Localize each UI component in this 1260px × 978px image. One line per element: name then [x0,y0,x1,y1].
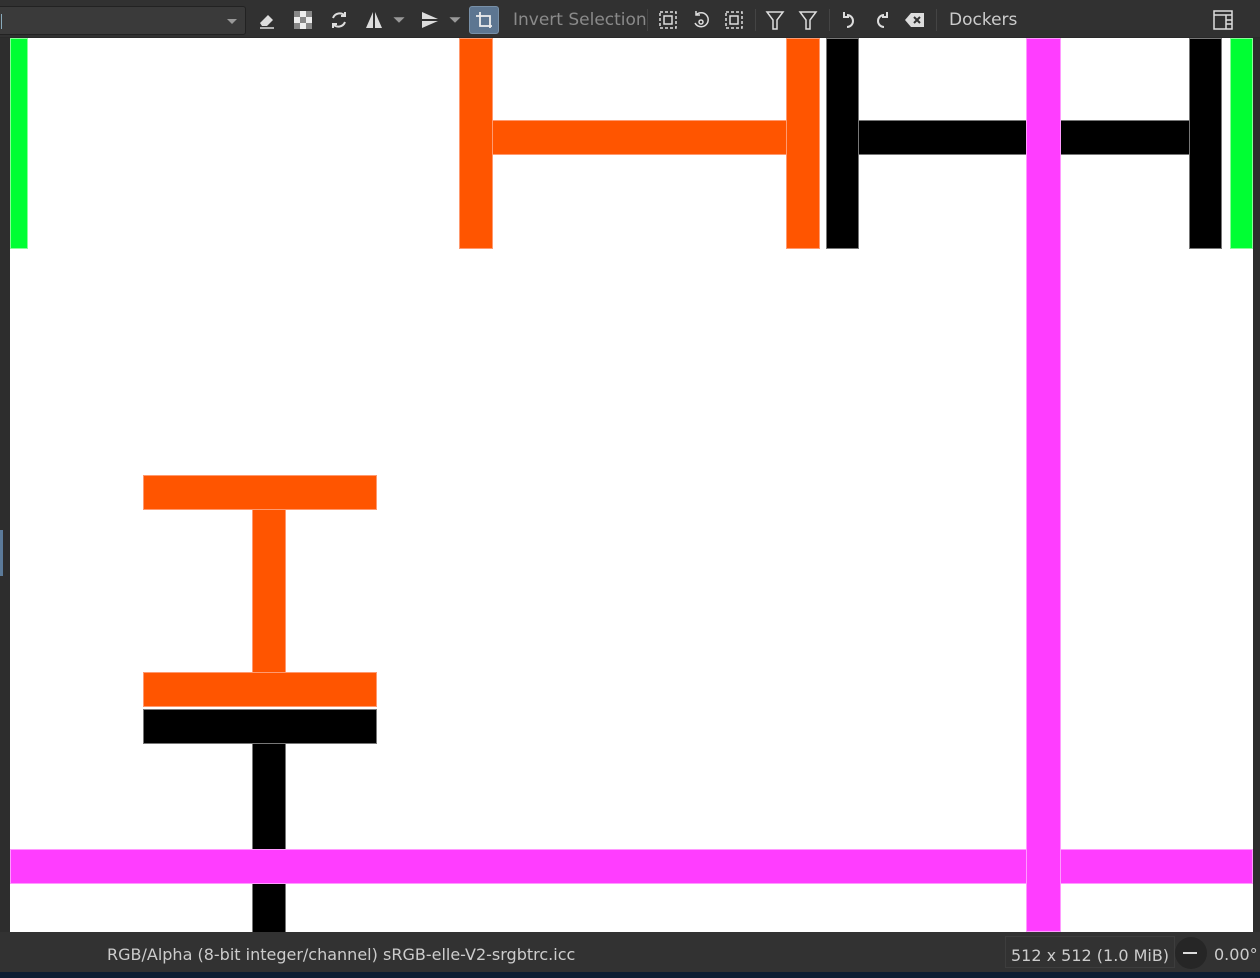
text-cursor [1,14,2,29]
brush-preset-combo[interactable] [0,6,246,35]
separator [829,9,830,31]
separator [936,9,937,31]
dock-tab[interactable] [0,530,3,576]
deselect-icon[interactable] [722,6,746,34]
orange-h-right [786,38,820,249]
wrap-around-icon[interactable] [469,6,499,34]
magenta-vertical-line [1026,38,1061,932]
taskbar [0,972,1260,978]
color-profile: sRGB-elle-V2-srgbtrc.icc [383,945,576,964]
toolbar: Invert Selection Dockers [0,0,1260,38]
chevron-down-icon [227,19,237,24]
canvas[interactable] [10,38,1253,932]
right-dock-strip [1253,38,1260,932]
alpha-lock-icon[interactable] [290,6,316,34]
orange-i-bottom [143,672,377,707]
orange-h-crossbar [459,120,820,155]
black-h-left [826,38,859,249]
separator [647,9,648,31]
reselect-icon[interactable] [689,6,713,34]
separator [755,9,756,31]
invert-selection-button[interactable]: Invert Selection [513,10,647,30]
color-model: RGB/Alpha (8-bit integer/channel) [107,945,378,964]
eraser-icon[interactable] [254,6,280,34]
black-h-right [1189,38,1222,249]
orange-h-left [459,38,493,249]
left-dock-strip [0,38,10,932]
magenta-horizontal-line [10,849,1253,884]
redo-icon[interactable] [869,6,893,34]
clear-icon[interactable] [902,6,928,34]
undo-icon[interactable] [838,6,862,34]
green-bar-right [1230,38,1253,249]
rotation-dial-icon[interactable] [1175,937,1207,969]
filter-reapply-icon[interactable] [796,6,820,34]
mirror-horizontal-icon[interactable] [360,6,388,34]
orange-i-top [143,475,377,510]
orange-i-stem [252,508,286,674]
black-t-stem [252,740,286,932]
workspace-icon[interactable] [1210,6,1236,34]
select-all-icon[interactable] [656,6,680,34]
chevron-down-icon[interactable] [448,6,462,34]
status-bar: RGB/Alpha (8-bit integer/channel) sRGB-e… [0,932,1260,972]
mirror-vertical-icon[interactable] [416,6,444,34]
green-bar-left [10,38,28,249]
filter-icon[interactable] [763,6,787,34]
black-t-bar [143,709,377,744]
black-h-crossbar [826,120,1222,155]
reload-preset-icon[interactable] [326,6,352,34]
chevron-down-icon[interactable] [392,6,406,34]
dockers-menu[interactable]: Dockers [949,10,1017,30]
rotation-value: 0.00° [1214,945,1258,964]
image-size[interactable]: 512 x 512 (1.0 MiB) [1005,936,1176,968]
